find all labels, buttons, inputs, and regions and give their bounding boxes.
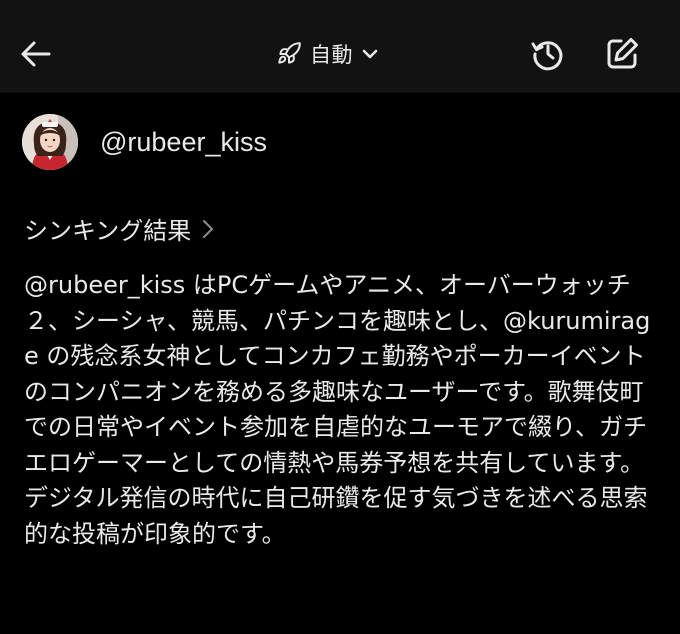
user-handle[interactable]: @rubeer_kiss <box>100 127 267 158</box>
history-icon <box>531 41 563 71</box>
thinking-results-label: シンキング結果 <box>24 217 192 245</box>
avatar-image <box>22 114 78 170</box>
chevron-down-icon <box>362 49 378 59</box>
chevron-right-icon <box>203 219 214 238</box>
thinking-summary-text: @rubeer_kiss はPCゲームやアニメ、オーバーウォッチ２、シーシャ、競… <box>24 271 651 548</box>
rocket-icon <box>278 42 301 64</box>
top-bar: 自動 <box>0 0 680 93</box>
mode-label: 自動 <box>310 43 353 67</box>
back-button[interactable] <box>16 34 56 74</box>
user-avatar[interactable] <box>22 114 78 170</box>
compose-icon <box>607 38 638 69</box>
compose-button[interactable] <box>600 34 644 74</box>
arrow-left-icon <box>21 41 51 67</box>
history-button[interactable] <box>526 34 570 74</box>
user-row: @rubeer_kiss <box>22 114 267 170</box>
thinking-results-link[interactable]: シンキング結果 <box>24 211 215 246</box>
mode-selector[interactable]: 自動 <box>276 34 379 74</box>
